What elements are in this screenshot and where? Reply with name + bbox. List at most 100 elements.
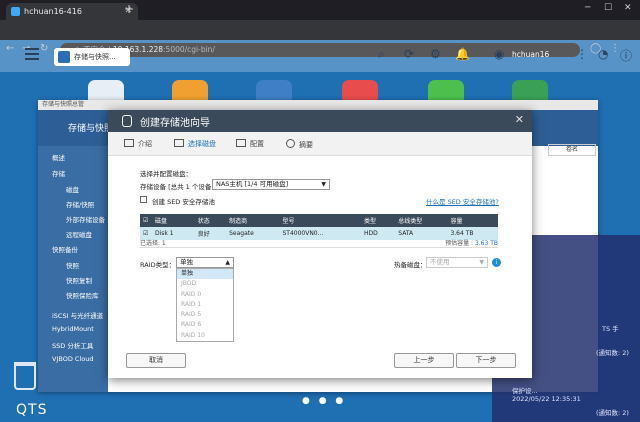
chevron-down-icon: ▼ bbox=[321, 181, 326, 188]
previous-button[interactable]: 上一步 bbox=[394, 353, 454, 368]
col-header: 状态 bbox=[194, 214, 227, 227]
sed-help-link[interactable]: 什么是 SED 安全存储池? bbox=[426, 196, 499, 206]
col-header: 容量 bbox=[447, 214, 498, 227]
tray-line: (通知数: 2) bbox=[596, 349, 629, 357]
main-menu-icon[interactable] bbox=[25, 48, 39, 60]
username[interactable]: hchuan16 bbox=[512, 50, 549, 59]
raid-option: RAID 10 bbox=[181, 331, 205, 339]
settings-icon[interactable]: ⚙ bbox=[430, 47, 441, 61]
raid-option: RAID 6 bbox=[181, 321, 202, 329]
window-header-title: 存储与快照 bbox=[68, 124, 114, 134]
raid-label: RAID类型： bbox=[140, 261, 176, 269]
info-icon[interactable]: i bbox=[492, 258, 501, 267]
storage-app-icon bbox=[58, 51, 70, 63]
sidebar-item-remote-disk[interactable]: 远程磁盘 bbox=[66, 229, 92, 239]
sidebar-item-snapshot-vault[interactable]: 快照保险库 bbox=[66, 290, 99, 300]
browser-tab[interactable]: hchuan16-416 ✕ bbox=[6, 3, 138, 20]
raid-dropdown-list: 单独 JBOD RAID 0 RAID 1 RAID 5 RAID 6 RAID… bbox=[176, 268, 234, 343]
raid-select[interactable]: 单独 ▲ bbox=[176, 257, 234, 268]
new-tab-button[interactable]: + bbox=[124, 2, 134, 16]
hotspare-value: 不使用 bbox=[430, 258, 450, 266]
sidebar: 概述 存储 磁盘 存储/快照 外部存储设备 远程磁盘 快照备份 快照 快照复制 … bbox=[38, 146, 108, 392]
create-storage-pool-dialog: 创建存储池向导 ✕ 介绍 选择磁盘 配置 摘要 选择并配置磁盘： 存储设备 [总… bbox=[108, 110, 532, 378]
user-avatar-icon[interactable]: ◉ bbox=[494, 47, 504, 61]
intro-icon bbox=[124, 139, 134, 147]
sidebar-item-snapshot-replica[interactable]: 快照复制 bbox=[66, 275, 92, 285]
sed-label: 创建 SED 安全存储池 bbox=[152, 198, 215, 206]
raid-option: JBOD bbox=[181, 280, 197, 288]
taskbar-app-label: 存储与快照... bbox=[74, 53, 116, 61]
step-label: 选择磁盘 bbox=[188, 140, 216, 148]
col-header: 制造商 bbox=[226, 214, 280, 227]
tab-title: hchuan16-416 bbox=[24, 7, 82, 16]
sidebar-item-snapshot[interactable]: 快照 bbox=[66, 260, 79, 270]
sidebar-item-disks[interactable]: 磁盘 bbox=[66, 184, 79, 194]
dialog-title: 创建存储池向导 bbox=[140, 118, 210, 129]
sidebar-item-overview[interactable]: 概述 bbox=[52, 152, 65, 162]
sidebar-item-ssd-profiling[interactable]: SSD 分析工具 bbox=[52, 340, 93, 350]
window-title: 存储与快照总管 bbox=[38, 100, 598, 110]
raid-option[interactable]: 单独 bbox=[177, 269, 233, 280]
tray-line: (通知数: 2) bbox=[596, 409, 629, 417]
hotspare-label: 热备磁盘： bbox=[394, 261, 427, 269]
enclosure-label: 存储设备 [总共 1 个设备]: bbox=[140, 183, 217, 191]
col-header: 磁盘 bbox=[152, 214, 195, 227]
search-icon[interactable]: ⌕ bbox=[378, 47, 385, 62]
disk-table: ☑ 磁盘 状态 制造商 型号 类型 总线类型 容量 ☑ Disk 1 良好 Se… bbox=[140, 214, 498, 240]
close-window-icon[interactable]: ✕ bbox=[624, 3, 632, 13]
cancel-button[interactable]: 取消 bbox=[126, 353, 186, 368]
step-label: 配置 bbox=[250, 140, 264, 148]
tray-line: 2022/05/22 12:35:31 bbox=[512, 395, 581, 403]
col-header: 型号 bbox=[279, 214, 361, 227]
maximize-icon[interactable]: ☐ bbox=[604, 3, 612, 13]
check-circle-icon bbox=[286, 139, 295, 148]
qts-logo: QTS bbox=[16, 402, 48, 418]
table-header-row: ☑ 磁盘 状态 制造商 型号 类型 总线类型 容量 bbox=[140, 214, 498, 227]
volume-column-header: 卷名 bbox=[548, 144, 596, 156]
sidebar-item-hybridmount[interactable]: HybridMount bbox=[52, 325, 94, 333]
enclosure-select[interactable]: NAS主机 [1/4 可用磁盘] ▼ bbox=[212, 179, 330, 190]
tray-line: TS 手 bbox=[602, 325, 619, 333]
site-favicon-icon bbox=[11, 7, 20, 16]
chevron-up-icon: ▲ bbox=[225, 259, 230, 266]
sidebar-item-storage-snapshots[interactable]: 存储/快照 bbox=[66, 199, 94, 209]
selected-count: 已选择: 1 bbox=[140, 240, 166, 247]
tray-line: 保护设... bbox=[512, 387, 538, 395]
disk-icon bbox=[174, 139, 184, 147]
minimize-icon[interactable]: ─ bbox=[585, 3, 590, 13]
dashboard-icon[interactable]: ◔ bbox=[598, 47, 608, 61]
col-header: 类型 bbox=[360, 214, 396, 227]
next-button[interactable]: 下一步 bbox=[456, 353, 516, 368]
raid-option: RAID 1 bbox=[181, 300, 202, 308]
dialog-header: 创建存储池向导 ✕ bbox=[108, 110, 532, 132]
refresh-icon[interactable]: ⟳ bbox=[404, 47, 414, 61]
close-dialog-icon[interactable]: ✕ bbox=[515, 113, 524, 126]
desktop-page-indicator[interactable]: ● ● ● bbox=[302, 396, 346, 406]
section-label: 选择并配置磁盘： bbox=[140, 170, 192, 178]
step-select-disks: 选择磁盘 bbox=[174, 139, 216, 149]
storage-pool-icon bbox=[122, 115, 132, 127]
sed-checkbox[interactable] bbox=[140, 196, 147, 203]
taskbar-app-storage[interactable]: 存储与快照... bbox=[54, 48, 130, 66]
step-configure: 配置 bbox=[236, 139, 264, 149]
step-summary: 摘要 bbox=[286, 139, 313, 150]
notification-bell-icon[interactable]: 🔔 bbox=[455, 47, 470, 61]
sidebar-item-vjbod-cloud[interactable]: VJBOD Cloud bbox=[52, 355, 93, 363]
sidebar-item-external[interactable]: 外部存储设备 bbox=[66, 214, 105, 224]
capacity-value: 3.63 TB bbox=[474, 240, 498, 247]
more-icon[interactable]: ⋮ bbox=[576, 47, 588, 61]
sidebar-item-storage[interactable]: 存储 bbox=[52, 168, 65, 178]
wizard-steps: 介绍 选择磁盘 配置 摘要 bbox=[108, 132, 532, 156]
step-intro: 介绍 bbox=[124, 139, 152, 149]
sidebar-item-iscsi[interactable]: iSCSI 与光纤通道 bbox=[52, 310, 103, 320]
select-all-checkbox[interactable]: ☑ bbox=[140, 214, 152, 227]
chevron-down-icon: ▼ bbox=[479, 259, 484, 266]
capacity-label: 预估容量 : bbox=[445, 240, 474, 247]
raid-option: RAID 0 bbox=[181, 290, 202, 298]
hotspare-select[interactable]: 不使用 ▼ bbox=[426, 257, 488, 268]
recycle-bin-icon[interactable] bbox=[14, 362, 36, 390]
help-icon[interactable]: ⓘ bbox=[620, 47, 632, 64]
enclosure-value: NAS主机 [1/4 可用磁盘] bbox=[216, 180, 289, 188]
selection-summary: 已选择: 1 预估容量 : 3.63 TB bbox=[140, 238, 498, 248]
sidebar-item-snapshot-backup[interactable]: 快照备份 bbox=[52, 244, 78, 254]
